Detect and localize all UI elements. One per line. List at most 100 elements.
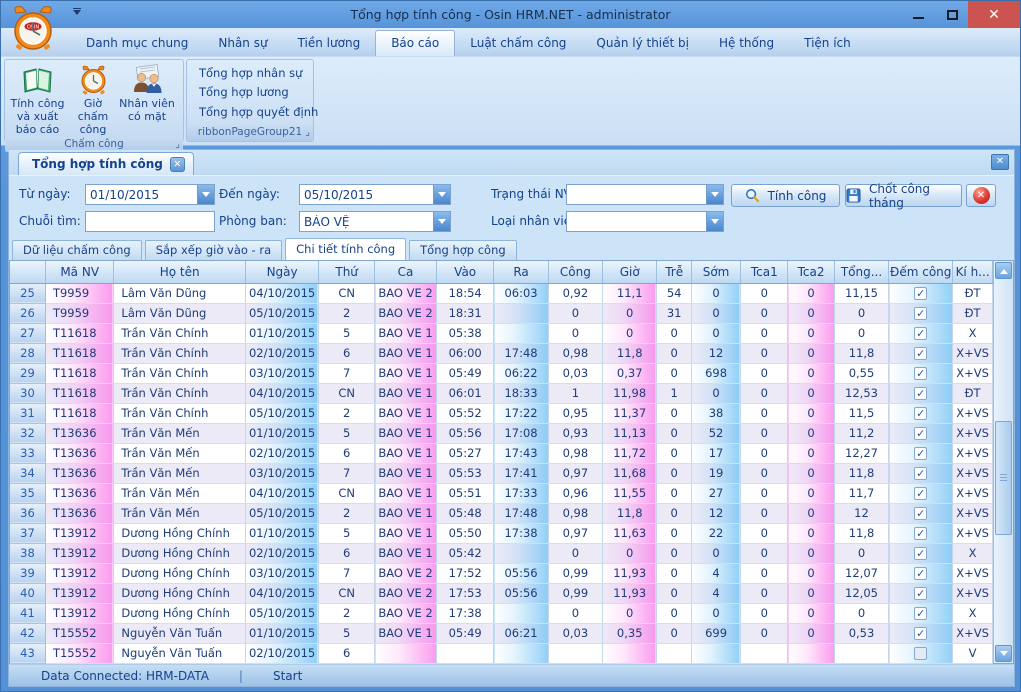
cell-ma-nv[interactable]: T15552: [45, 623, 113, 643]
cell-gio[interactable]: 11,93: [602, 583, 656, 603]
cell-tca1[interactable]: 0: [741, 443, 788, 463]
cell-ca[interactable]: BAO VE 1: [375, 383, 437, 403]
cell-ki-hieu[interactable]: X+VS: [953, 343, 993, 363]
dem-cong-checkbox[interactable]: ✓: [914, 307, 927, 320]
cell-tre[interactable]: 0: [657, 463, 692, 483]
cell-ki-hieu[interactable]: X: [953, 543, 993, 563]
cell-ngay[interactable]: 01/10/2015: [245, 423, 318, 443]
cell-tca2[interactable]: 0: [788, 423, 834, 443]
cell-ca[interactable]: BAO VE 1: [375, 343, 437, 363]
cell-tong[interactable]: 11,7: [834, 483, 889, 503]
cell-tong[interactable]: [834, 643, 889, 663]
cell-dem-cong[interactable]: ✓: [889, 423, 953, 443]
table-row[interactable]: 27T11618Trần Văn Chính01/10/20155BAO VE …: [10, 323, 993, 343]
cell-tca2[interactable]: 0: [788, 603, 834, 623]
dem-cong-checkbox[interactable]: ✓: [914, 467, 927, 480]
column-header-tre[interactable]: Trễ: [657, 261, 692, 283]
document-tab-tong-hop-tinh-cong[interactable]: Tổng hợp tính công ✕: [18, 152, 194, 175]
tong-hop-quyet-dinh-item[interactable]: Tổng hợp quyết định: [191, 103, 309, 121]
table-row[interactable]: 37T13912Dương Hồng Chính01/10/20155BAO V…: [10, 523, 993, 543]
cell-cong[interactable]: 0: [548, 543, 602, 563]
cell-tong[interactable]: 12: [834, 503, 889, 523]
cell-cong[interactable]: 0,95: [548, 403, 602, 423]
ribbon-tab-tien-luong[interactable]: Tiền lương: [283, 31, 376, 56]
cell-ra[interactable]: [494, 603, 548, 623]
cell-ca[interactable]: [375, 643, 437, 663]
cell-ngay[interactable]: 04/10/2015: [245, 483, 318, 503]
cell-dem-cong[interactable]: ✓: [889, 403, 953, 423]
cell-ki-hieu[interactable]: X+VS: [953, 443, 993, 463]
cell-tca1[interactable]: 0: [741, 543, 788, 563]
cell-tre[interactable]: 0: [657, 363, 692, 383]
cell-tre[interactable]: 0: [657, 423, 692, 443]
cell-ma-nv[interactable]: T13912: [45, 603, 113, 623]
cell-tca2[interactable]: 0: [788, 383, 834, 403]
table-row[interactable]: 31T11618Trần Văn Chính05/10/20152BAO VE …: [10, 403, 993, 423]
cell-ki-hieu[interactable]: X+VS: [953, 463, 993, 483]
cell-som[interactable]: 27: [691, 483, 740, 503]
cell-ki-hieu[interactable]: V: [953, 643, 993, 663]
table-row[interactable]: 39T13912Dương Hồng Chính03/10/20157BAO V…: [10, 563, 993, 583]
cell-gio[interactable]: 11,93: [602, 563, 656, 583]
cell-ho-ten[interactable]: Dương Hồng Chính: [114, 543, 246, 563]
cell-row-number[interactable]: 30: [10, 383, 45, 403]
cell-cong[interactable]: 0,93: [548, 423, 602, 443]
cell-ki-hieu[interactable]: X+VS: [953, 503, 993, 523]
ribbon-tab-bao-cao[interactable]: Báo cáo: [375, 30, 455, 56]
cell-tca2[interactable]: 0: [788, 583, 834, 603]
cell-ca[interactable]: BAO VE 1: [375, 523, 437, 543]
table-row[interactable]: 34T13636Trần Văn Mến03/10/20157BAO VE 10…: [10, 463, 993, 483]
cell-ngay[interactable]: 04/10/2015: [245, 383, 318, 403]
cell-ngay[interactable]: 04/10/2015: [245, 283, 318, 303]
den-ngay-input[interactable]: [300, 185, 433, 204]
cell-row-number[interactable]: 29: [10, 363, 45, 383]
cell-dem-cong[interactable]: ✓: [889, 463, 953, 483]
cell-ngay[interactable]: 05/10/2015: [245, 403, 318, 423]
cell-tca1[interactable]: 0: [741, 383, 788, 403]
cell-ki-hieu[interactable]: ĐT: [953, 303, 993, 323]
cell-gio[interactable]: 11,1: [602, 283, 656, 303]
dem-cong-checkbox[interactable]: ✓: [914, 587, 927, 600]
cell-ca[interactable]: BAO VE 1: [375, 443, 437, 463]
cell-ngay[interactable]: 01/10/2015: [245, 523, 318, 543]
cell-gio[interactable]: 0,35: [602, 623, 656, 643]
cell-ho-ten[interactable]: Trần Văn Mến: [114, 443, 246, 463]
cell-ngay[interactable]: 01/10/2015: [245, 623, 318, 643]
dem-cong-checkbox[interactable]: ✓: [914, 567, 927, 580]
vertical-scrollbar[interactable]: [993, 261, 1013, 663]
cell-thu[interactable]: 7: [319, 363, 375, 383]
cell-tre[interactable]: 0: [657, 503, 692, 523]
cell-ki-hieu[interactable]: ĐT: [953, 283, 993, 303]
cell-thu[interactable]: 2: [319, 403, 375, 423]
table-row[interactable]: 40T13912Dương Hồng Chính04/10/2015CNBAO …: [10, 583, 993, 603]
cell-tca1[interactable]: 0: [741, 603, 788, 623]
cell-ca[interactable]: BAO VE 1: [375, 543, 437, 563]
dem-cong-checkbox[interactable]: ✓: [914, 347, 927, 360]
cell-ma-nv[interactable]: T13636: [45, 503, 113, 523]
cell-ma-nv[interactable]: T13912: [45, 543, 113, 563]
cell-ngay[interactable]: 03/10/2015: [245, 363, 318, 383]
cell-ra[interactable]: 17:48: [494, 343, 548, 363]
cell-row-number[interactable]: 26: [10, 303, 45, 323]
chevron-down-icon[interactable]: [433, 185, 450, 204]
scroll-up-icon[interactable]: [995, 262, 1012, 279]
cell-tca1[interactable]: 0: [741, 463, 788, 483]
cell-row-number[interactable]: 37: [10, 523, 45, 543]
cell-tre[interactable]: 0: [657, 323, 692, 343]
cell-cong[interactable]: 0,92: [548, 283, 602, 303]
scrollbar-thumb[interactable]: [995, 421, 1012, 535]
cell-tre[interactable]: 31: [657, 303, 692, 323]
table-row[interactable]: 38T13912Dương Hồng Chính02/10/20156BAO V…: [10, 543, 993, 563]
cell-thu[interactable]: 2: [319, 303, 375, 323]
cell-ca[interactable]: BAO VE 2: [375, 563, 437, 583]
cell-ngay[interactable]: 02/10/2015: [245, 543, 318, 563]
cell-vao[interactable]: 05:51: [437, 483, 494, 503]
cell-tca2[interactable]: [788, 643, 834, 663]
cell-dem-cong[interactable]: ✓: [889, 323, 953, 343]
cell-vao[interactable]: 05:42: [437, 543, 494, 563]
tab-tong-hop-cong[interactable]: Tổng hợp công: [409, 240, 517, 260]
cell-tong[interactable]: 11,5: [834, 403, 889, 423]
cell-vao[interactable]: 05:49: [437, 363, 494, 383]
cell-thu[interactable]: CN: [319, 483, 375, 503]
tong-hop-nhan-su-item[interactable]: Tổng hợp nhân sự: [191, 64, 309, 82]
